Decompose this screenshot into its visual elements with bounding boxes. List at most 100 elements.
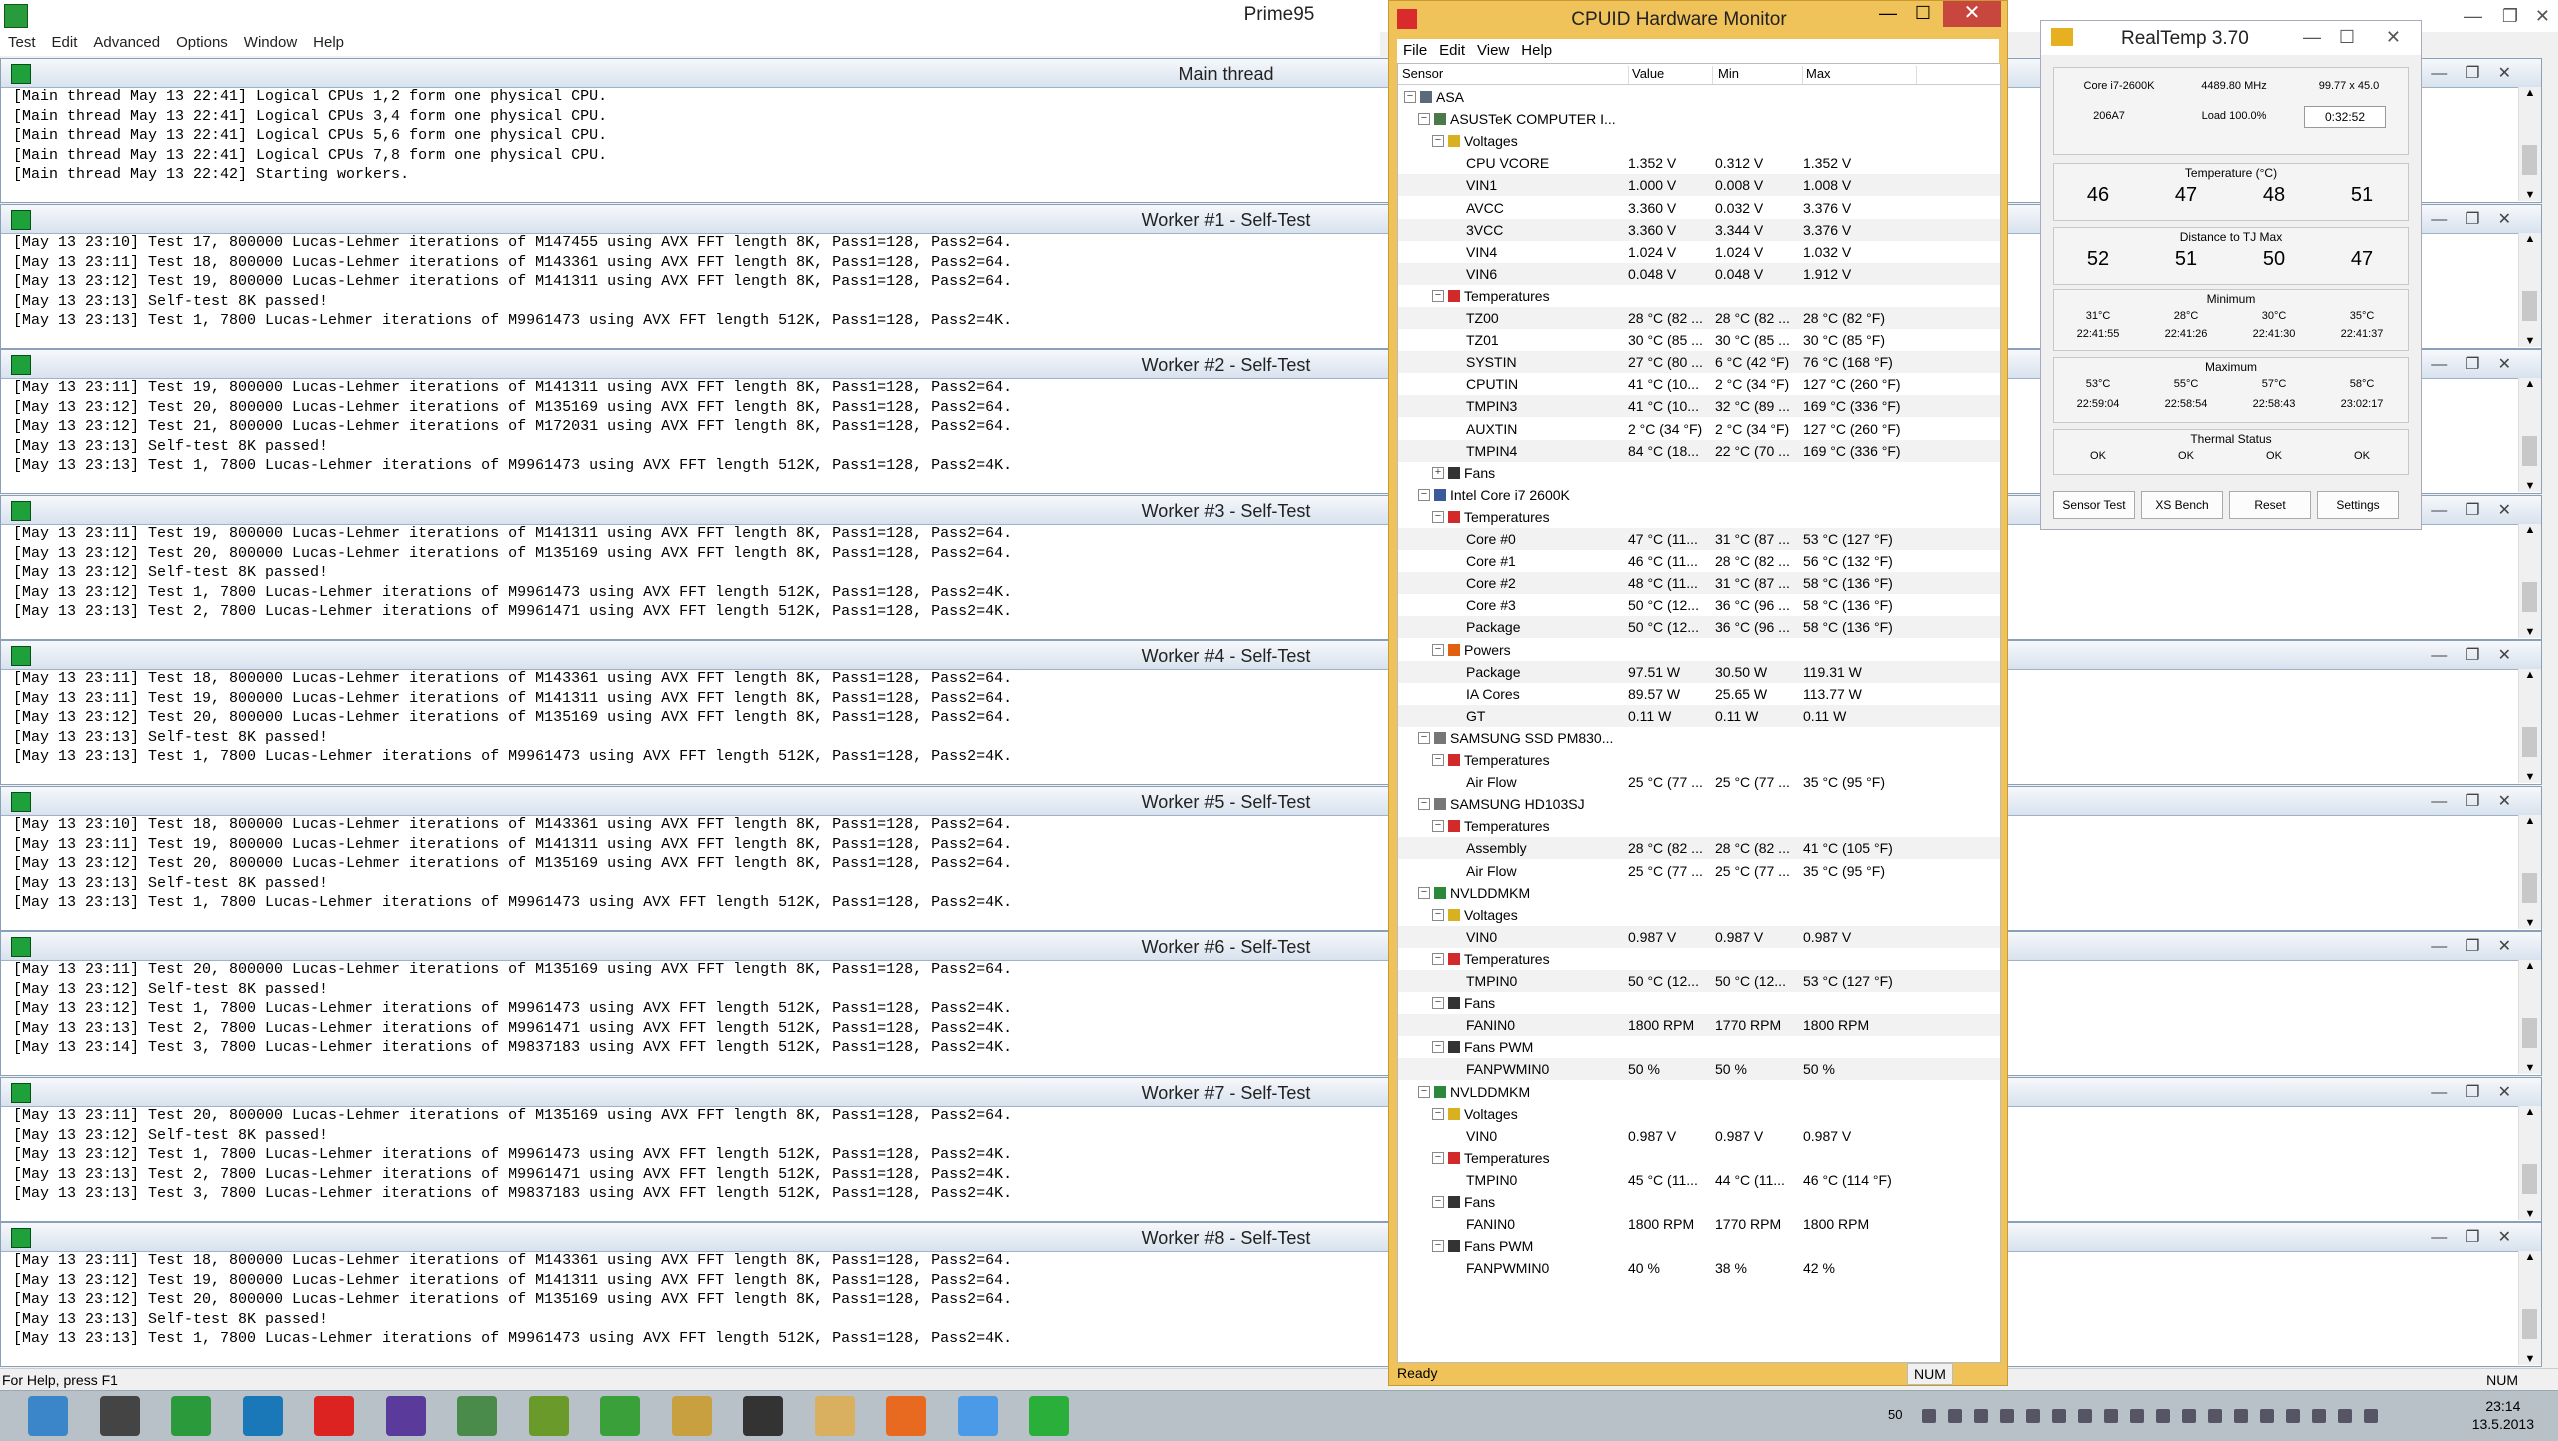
vertical-scrollbar[interactable]: ▲ ▼ <box>2518 669 2541 783</box>
network-icon[interactable] <box>171 1396 211 1436</box>
collapse-icon[interactable]: − <box>1418 488 1430 501</box>
minimize-icon[interactable]: — <box>2431 1084 2465 1101</box>
scroll-down-icon[interactable]: ▼ <box>2519 1208 2541 1220</box>
log-output[interactable]: [May 13 23:10] Test 18, 800000 Lucas-Leh… <box>13 815 1012 913</box>
scroll-thumb[interactable] <box>2522 145 2537 175</box>
restore-icon[interactable]: ❐ <box>2465 1229 2497 1246</box>
tree-node[interactable]: + Fans <box>1398 462 2000 484</box>
restore-icon[interactable]: ❐ <box>2465 647 2497 664</box>
close-icon[interactable]: ✕ <box>2498 938 2529 955</box>
close-icon[interactable]: ✕ <box>2498 502 2529 519</box>
tray-icon[interactable] <box>2286 1409 2300 1423</box>
menu-edit[interactable]: Edit <box>1433 39 1471 63</box>
tray-icon[interactable] <box>2104 1409 2118 1423</box>
vertical-scrollbar[interactable]: ▲ ▼ <box>2518 233 2541 347</box>
tree-node[interactable]: − Voltages <box>1398 904 2000 926</box>
tree-node[interactable]: − Intel Core i7 2600K <box>1398 484 2000 506</box>
fan-icon[interactable] <box>743 1396 783 1436</box>
close-icon[interactable]: ✕ <box>2535 6 2550 27</box>
col-max[interactable]: Max <box>1806 66 1917 84</box>
worker-4-window[interactable]: Worker #4 - Self-Test —❐✕ [May 13 23:11] T… <box>0 640 2542 785</box>
close-icon[interactable]: ✕ <box>2498 793 2529 810</box>
sensor-row[interactable]: Package 50 °C (12... 36 °C (96 ... 58 °C (1… <box>1398 616 2000 639</box>
tray-icon[interactable] <box>2052 1409 2066 1423</box>
scroll-up-icon[interactable]: ▲ <box>2519 378 2541 390</box>
sensor-row[interactable]: VIN6 0.048 V 0.048 V 1.912 V <box>1398 262 2000 285</box>
col-value[interactable]: Value <box>1632 66 1713 84</box>
restore-icon[interactable]: ❐ <box>2465 356 2497 373</box>
close-icon[interactable]: ✕ <box>2498 647 2529 664</box>
vertical-scrollbar[interactable]: ▲ ▼ <box>2518 1251 2541 1365</box>
xs-bench-button[interactable]: XS Bench <box>2141 491 2223 519</box>
scroll-up-icon[interactable]: ▲ <box>2519 233 2541 245</box>
hwmonitor-icon[interactable] <box>314 1396 354 1436</box>
minimize-icon[interactable]: — <box>2431 647 2465 664</box>
sensor-row[interactable]: CPU VCORE 1.352 V 0.312 V 1.352 V <box>1398 152 2000 174</box>
tree-node[interactable]: − NVLDDMKM <box>1398 1081 2000 1103</box>
scroll-down-icon[interactable]: ▼ <box>2519 626 2541 638</box>
tray-icon[interactable] <box>2260 1409 2274 1423</box>
collapse-icon[interactable]: − <box>1432 1041 1444 1054</box>
close-icon[interactable]: ✕ <box>2498 65 2529 82</box>
collapse-icon[interactable]: − <box>1432 908 1444 921</box>
collapse-icon[interactable]: − <box>1432 643 1444 656</box>
vertical-scrollbar[interactable]: ▲ ▼ <box>2518 87 2541 201</box>
tree-node[interactable]: − Temperatures <box>1398 815 2000 837</box>
minimize-icon[interactable]: — <box>2431 1229 2465 1246</box>
sensor-row[interactable]: FANIN0 1800 RPM 1770 RPM 1800 RPM <box>1398 1014 2000 1037</box>
child-window-titlebar[interactable]: Worker #8 - Self-Test —❐✕ <box>1 1223 2541 1252</box>
tree-node[interactable]: − Fans <box>1398 1191 2000 1213</box>
tree-node[interactable]: − Temperatures <box>1398 749 2000 771</box>
sensor-row[interactable]: IA Cores 89.57 W 25.65 W 113.77 W <box>1398 683 2000 705</box>
chart-icon[interactable] <box>457 1396 497 1436</box>
sensor-row[interactable]: GT 0.11 W 0.11 W 0.11 W <box>1398 704 2000 727</box>
sensor-row[interactable]: 3VCC 3.360 V 3.344 V 3.376 V <box>1398 218 2000 241</box>
tray-icon[interactable] <box>2208 1409 2222 1423</box>
collapse-icon[interactable]: − <box>1404 91 1416 103</box>
tree-node[interactable]: − ASA <box>1398 86 2000 108</box>
scroll-down-icon[interactable]: ▼ <box>2519 335 2541 347</box>
col-sensor[interactable]: Sensor <box>1402 66 1629 84</box>
scroll-thumb[interactable] <box>2522 582 2537 612</box>
minimize-icon[interactable]: — <box>2431 211 2465 228</box>
minimize-icon[interactable]: — <box>2431 793 2465 810</box>
minimize-icon[interactable]: — <box>2431 65 2465 82</box>
utorrent-icon[interactable] <box>600 1396 640 1436</box>
tree-node[interactable]: − Temperatures <box>1398 948 2000 970</box>
collapse-icon[interactable]: − <box>1432 1240 1444 1253</box>
restore-icon[interactable]: ❐ <box>2465 938 2497 955</box>
xbox-icon[interactable] <box>528 1396 569 1436</box>
tray-icon[interactable] <box>2338 1409 2352 1423</box>
tree-node[interactable]: − Voltages <box>1398 1103 2000 1125</box>
firefox-icon[interactable] <box>886 1396 926 1436</box>
close-icon[interactable]: ✕ <box>2498 211 2529 228</box>
close-icon[interactable]: ✕ <box>2498 356 2529 373</box>
menu-help[interactable]: Help <box>305 32 352 54</box>
sensor-row[interactable]: VIN4 1.024 V 1.024 V 1.032 V <box>1398 241 2000 263</box>
scroll-down-icon[interactable]: ▼ <box>2519 189 2541 201</box>
collapse-icon[interactable]: − <box>1432 952 1444 965</box>
menu-advanced[interactable]: Advanced <box>85 32 168 54</box>
child-window-titlebar[interactable]: Worker #5 - Self-Test —❐✕ <box>1 787 2541 816</box>
tray-icon[interactable] <box>1974 1409 1988 1423</box>
scroll-thumb[interactable] <box>2522 873 2537 903</box>
worker-6-window[interactable]: Worker #6 - Self-Test —❐✕ [May 13 23:11] T… <box>0 931 2542 1076</box>
tray-icon[interactable] <box>2156 1409 2170 1423</box>
tray-icon[interactable] <box>1948 1409 1962 1423</box>
settings-button[interactable]: Settings <box>2317 491 2399 519</box>
sensor-tree[interactable]: Sensor Value Min Max − ASA − ASUSTeK COMPUT… <box>1397 63 2001 1363</box>
tray-icon[interactable] <box>2000 1409 2014 1423</box>
realtemp-icon[interactable] <box>671 1396 712 1436</box>
tray-icon[interactable] <box>2312 1409 2326 1423</box>
col-min[interactable]: Min <box>1718 66 1803 84</box>
tray-icon[interactable] <box>1922 1409 1936 1423</box>
restore-icon[interactable]: ❐ <box>2465 65 2497 82</box>
scroll-down-icon[interactable]: ▼ <box>2519 1062 2541 1074</box>
scroll-up-icon[interactable]: ▲ <box>2519 1106 2541 1118</box>
scroll-thumb[interactable] <box>2522 291 2537 321</box>
scroll-thumb[interactable] <box>2522 436 2537 466</box>
vertical-scrollbar[interactable]: ▲ ▼ <box>2518 378 2541 492</box>
tray-icon[interactable] <box>2130 1409 2144 1423</box>
sensor-row[interactable]: Core #3 50 °C (12... 36 °C (96 ... 58 °C (1… <box>1398 594 2000 616</box>
sensor-row[interactable]: Air Flow 25 °C (77 ... 25 °C (77 ... 35 °C … <box>1398 771 2000 793</box>
